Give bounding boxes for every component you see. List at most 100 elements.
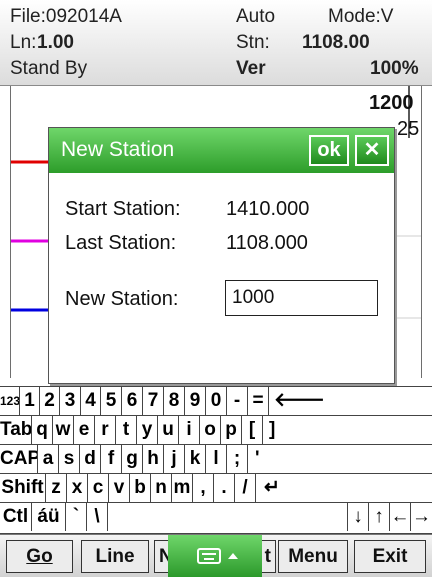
station-label: Stn: bbox=[236, 32, 270, 53]
keyboard-row-a: CAP a s d f g h j k l ; ' bbox=[0, 444, 432, 473]
key-u[interactable]: u bbox=[158, 416, 179, 444]
key-c[interactable]: c bbox=[88, 474, 109, 502]
station-value: 1108.00 bbox=[302, 32, 370, 53]
key-9[interactable]: 9 bbox=[185, 387, 206, 415]
key-ctrl[interactable]: Ctl bbox=[0, 503, 32, 531]
key-v[interactable]: v bbox=[109, 474, 130, 502]
key-j[interactable]: j bbox=[164, 445, 185, 473]
key-semicolon[interactable]: ; bbox=[227, 445, 248, 473]
file-label: File:092014A bbox=[10, 6, 122, 27]
key-3[interactable]: 3 bbox=[60, 387, 81, 415]
ver-label: Ver bbox=[236, 58, 266, 79]
key-2[interactable]: 2 bbox=[40, 387, 60, 415]
key-backtick[interactable]: ` bbox=[66, 503, 87, 531]
key-comma[interactable]: , bbox=[193, 474, 214, 502]
key-y[interactable]: y bbox=[137, 416, 158, 444]
key-caps[interactable]: CAP bbox=[0, 445, 38, 473]
arrow-up-icon[interactable]: ↑ bbox=[369, 503, 390, 531]
key-backslash[interactable]: \ bbox=[87, 503, 108, 531]
key-slash[interactable]: / bbox=[235, 474, 256, 502]
percent-label: 100% bbox=[370, 58, 419, 79]
key-n[interactable]: n bbox=[151, 474, 172, 502]
last-station-label: Last Station: bbox=[65, 232, 177, 254]
dialog-title: New Station bbox=[61, 138, 175, 161]
state-label: Stand By bbox=[10, 58, 88, 79]
key-s[interactable]: s bbox=[59, 445, 80, 473]
line-value: 1.00 bbox=[37, 32, 74, 53]
soft-keyboard: 123 1 2 3 4 5 6 7 8 9 0 - = 🡐 Tab q w e … bbox=[0, 386, 432, 534]
key-b[interactable]: b bbox=[130, 474, 151, 502]
key-0[interactable]: 0 bbox=[206, 387, 227, 415]
status-row-2: Ln: 1.00 Stn: 1108.00 bbox=[10, 32, 426, 58]
scale-label-second: 25 bbox=[397, 118, 420, 140]
bottom-menu-bar: Go Line N t Menu Exit bbox=[0, 534, 432, 577]
key-shift[interactable]: Shift bbox=[0, 474, 46, 502]
arrow-down-icon[interactable]: ↓ bbox=[348, 503, 369, 531]
scale-label-top: 1200 bbox=[369, 92, 414, 114]
keyboard-row-bottom: Ctl áü ` \ ↓ ↑ ← → bbox=[0, 502, 432, 534]
auto-label: Auto bbox=[236, 6, 276, 27]
start-station-label: Start Station: bbox=[65, 198, 181, 220]
key-bracket-left[interactable]: [ bbox=[242, 416, 263, 444]
key-7[interactable]: 7 bbox=[143, 387, 164, 415]
key-h[interactable]: h bbox=[143, 445, 164, 473]
key-p[interactable]: p bbox=[221, 416, 242, 444]
key-m[interactable]: m bbox=[172, 474, 193, 502]
key-f[interactable]: f bbox=[101, 445, 122, 473]
key-quote[interactable]: ' bbox=[248, 445, 432, 473]
key-i[interactable]: i bbox=[179, 416, 200, 444]
key-5[interactable]: 5 bbox=[101, 387, 122, 415]
key-period[interactable]: . bbox=[214, 474, 235, 502]
last-station-value: 1108.000 bbox=[226, 232, 308, 254]
new-station-input[interactable]: 1000 bbox=[225, 280, 378, 316]
arrow-right-icon[interactable]: → bbox=[411, 503, 432, 531]
key-o[interactable]: o bbox=[200, 416, 221, 444]
key-accents[interactable]: áü bbox=[32, 503, 66, 531]
key-k[interactable]: k bbox=[185, 445, 206, 473]
new-station-label: New Station: bbox=[65, 288, 179, 310]
status-header: File:092014A Auto Mode:V Ln: 1.00 Stn: 1… bbox=[0, 0, 432, 86]
dialog-title-bar: New Station ok ✕ bbox=[49, 128, 394, 173]
key-q[interactable]: q bbox=[32, 416, 53, 444]
key-space[interactable] bbox=[108, 503, 348, 531]
exit-button[interactable]: Exit bbox=[354, 540, 426, 573]
keyboard-row-z: Shift z x c v b n m , . / ↵ bbox=[0, 473, 432, 502]
key-x[interactable]: x bbox=[67, 474, 88, 502]
sip-panel[interactable] bbox=[168, 535, 262, 577]
start-station-value: 1410.000 bbox=[226, 198, 310, 220]
key-t[interactable]: t bbox=[116, 416, 137, 444]
key-123[interactable]: 123 bbox=[0, 387, 20, 415]
key-minus[interactable]: - bbox=[227, 387, 248, 415]
keyboard-icon bbox=[197, 548, 238, 564]
key-a[interactable]: a bbox=[38, 445, 59, 473]
ok-button[interactable]: ok bbox=[309, 135, 349, 166]
status-row-1: File:092014A Auto Mode:V bbox=[10, 6, 426, 32]
keyboard-row-numbers: 123 1 2 3 4 5 6 7 8 9 0 - = 🡐 bbox=[0, 386, 432, 415]
menu-button[interactable]: Menu bbox=[278, 540, 348, 573]
close-icon[interactable]: ✕ bbox=[355, 135, 389, 166]
mode-label: Mode:V bbox=[328, 6, 394, 27]
status-row-3: Stand By Ver 100% bbox=[10, 58, 426, 84]
key-w[interactable]: w bbox=[53, 416, 74, 444]
keyboard-row-q: Tab q w e r t y u i o p [ ] bbox=[0, 415, 432, 444]
line-button[interactable]: Line bbox=[81, 540, 149, 573]
key-e[interactable]: e bbox=[74, 416, 95, 444]
new-station-dialog: New Station ok ✕ Start Station: 1410.000… bbox=[48, 127, 395, 384]
enter-icon[interactable]: ↵ bbox=[256, 474, 432, 502]
key-z[interactable]: z bbox=[46, 474, 67, 502]
key-tab[interactable]: Tab bbox=[0, 416, 32, 444]
key-6[interactable]: 6 bbox=[122, 387, 143, 415]
key-8[interactable]: 8 bbox=[164, 387, 185, 415]
key-d[interactable]: d bbox=[80, 445, 101, 473]
line-label: Ln: bbox=[10, 32, 37, 53]
go-button[interactable]: Go bbox=[6, 540, 73, 573]
arrow-left-icon[interactable]: ← bbox=[390, 503, 411, 531]
key-l[interactable]: l bbox=[206, 445, 227, 473]
backspace-icon[interactable]: 🡐 bbox=[269, 387, 432, 415]
key-g[interactable]: g bbox=[122, 445, 143, 473]
key-bracket-right[interactable]: ] bbox=[263, 416, 432, 444]
key-equals[interactable]: = bbox=[248, 387, 269, 415]
key-1[interactable]: 1 bbox=[20, 387, 40, 415]
key-r[interactable]: r bbox=[95, 416, 116, 444]
key-4[interactable]: 4 bbox=[81, 387, 101, 415]
